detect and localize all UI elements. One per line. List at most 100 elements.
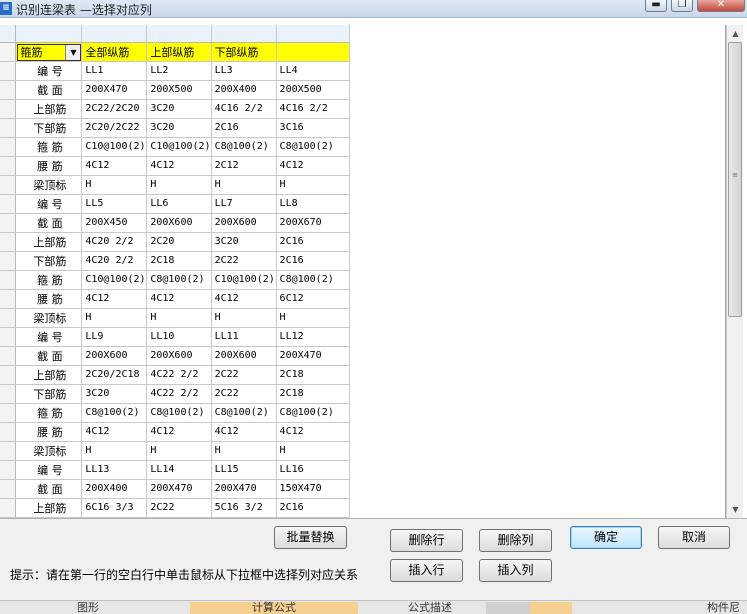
row-label-cell[interactable]: 编 号: [15, 194, 83, 214]
row-label-cell[interactable]: 腰 筋: [15, 422, 83, 442]
table-cell[interactable]: 3C20: [146, 99, 212, 119]
table-cell[interactable]: 2C16: [276, 251, 350, 271]
row-label-cell[interactable]: 梁顶标: [15, 441, 83, 461]
table-cell[interactable]: 200X670: [276, 213, 350, 233]
table-cell[interactable]: 3C20: [81, 384, 148, 404]
table-cell[interactable]: 2C22: [146, 498, 212, 518]
batch-replace-button[interactable]: 批量替换: [274, 526, 347, 549]
table-cell[interactable]: C8@100(2): [146, 270, 212, 290]
table-cell[interactable]: C8@100(2): [81, 403, 148, 423]
column-type-dropdown[interactable]: 箍筋 ▼: [17, 43, 81, 60]
table-cell[interactable]: C10@100(2): [146, 137, 212, 157]
column-header[interactable]: [211, 25, 277, 43]
table-cell[interactable]: 4C12: [146, 422, 212, 442]
table-cell[interactable]: 200X600: [211, 213, 277, 233]
table-cell[interactable]: LL9: [81, 327, 148, 347]
table-cell[interactable]: 2C20/2C22: [81, 118, 148, 138]
row-label-cell[interactable]: 上部筋: [15, 232, 83, 252]
table-cell[interactable]: 4C12: [81, 422, 148, 442]
table-cell[interactable]: C8@100(2): [276, 137, 350, 157]
table-cell[interactable]: H: [146, 441, 212, 461]
row-label-cell[interactable]: 箍 筋: [15, 270, 83, 290]
vertical-scrollbar[interactable]: ▲ ≡ ▼: [726, 25, 743, 518]
table-cell[interactable]: 3C20: [146, 118, 212, 138]
table-cell[interactable]: 4C12: [276, 156, 350, 176]
row-label-cell[interactable]: 截 面: [15, 479, 83, 499]
table-cell[interactable]: 4C12: [211, 289, 277, 309]
delete-column-button[interactable]: 删除列: [479, 529, 552, 552]
table-cell[interactable]: 4C16 2/2: [211, 99, 277, 119]
table-cell[interactable]: 200X500: [146, 80, 212, 100]
row-label-cell[interactable]: 截 面: [15, 346, 83, 366]
table-cell[interactable]: 2C22: [211, 365, 277, 385]
insert-column-button[interactable]: 插入列: [479, 559, 552, 582]
table-cell[interactable]: 4C12: [81, 156, 148, 176]
row-label-cell[interactable]: 箍 筋: [15, 403, 83, 423]
table-cell[interactable]: 200X400: [81, 479, 148, 499]
scroll-thumb[interactable]: ≡: [728, 42, 742, 317]
table-cell[interactable]: 2C16: [211, 118, 277, 138]
table-cell[interactable]: 3C16: [276, 118, 350, 138]
mapping-cell[interactable]: 下部纵筋: [211, 42, 277, 62]
ok-button[interactable]: 确定: [570, 526, 642, 549]
cancel-button[interactable]: 取消: [658, 526, 730, 549]
row-label-cell[interactable]: 梁顶标: [15, 308, 83, 328]
table-cell[interactable]: 200X470: [211, 479, 277, 499]
table-cell[interactable]: 6C16 3/3: [81, 498, 148, 518]
table-cell[interactable]: LL3: [211, 61, 277, 81]
column-header[interactable]: [15, 25, 83, 43]
table-cell[interactable]: H: [211, 308, 277, 328]
table-cell[interactable]: 3C20: [211, 232, 277, 252]
table-cell[interactable]: 4C16 2/2: [276, 99, 350, 119]
table-cell[interactable]: 200X600: [146, 213, 212, 233]
table-cell[interactable]: 2C18: [276, 384, 350, 404]
table-cell[interactable]: 200X600: [211, 346, 277, 366]
table-cell[interactable]: 2C18: [146, 251, 212, 271]
table-cell[interactable]: LL10: [146, 327, 212, 347]
mapping-cell[interactable]: 全部纵筋: [81, 42, 148, 62]
table-cell[interactable]: H: [81, 308, 148, 328]
mapping-cell[interactable]: 上部纵筋: [146, 42, 212, 62]
table-cell[interactable]: 2C12: [211, 156, 277, 176]
table-cell[interactable]: LL4: [276, 61, 350, 81]
scroll-down-icon[interactable]: ▼: [727, 501, 744, 518]
table-cell[interactable]: 4C12: [146, 289, 212, 309]
table-cell[interactable]: LL1: [81, 61, 148, 81]
row-label-cell[interactable]: 下部筋: [15, 384, 83, 404]
table-cell[interactable]: H: [211, 441, 277, 461]
table-cell[interactable]: C10@100(2): [81, 270, 148, 290]
column-header[interactable]: [276, 25, 350, 43]
table-cell[interactable]: LL6: [146, 194, 212, 214]
table-cell[interactable]: 200X470: [276, 346, 350, 366]
table-cell[interactable]: 200X470: [81, 80, 148, 100]
table-cell[interactable]: C10@100(2): [81, 137, 148, 157]
table-cell[interactable]: C8@100(2): [211, 403, 277, 423]
table-cell[interactable]: LL14: [146, 460, 212, 480]
table-cell[interactable]: 2C16: [276, 498, 350, 518]
column-mapping-grid[interactable]: 箍筋 ▼ 全部纵筋 上部纵筋 下部纵筋编 号 LL1 LL2 LL3 LL4 截 面 200X470…: [0, 25, 726, 518]
scroll-up-icon[interactable]: ▲: [727, 25, 744, 42]
minimize-button[interactable]: ▬: [645, 0, 667, 12]
table-cell[interactable]: H: [276, 308, 350, 328]
table-cell[interactable]: 4C20 2/2: [81, 232, 148, 252]
table-cell[interactable]: 200X600: [146, 346, 212, 366]
table-cell[interactable]: LL13: [81, 460, 148, 480]
table-cell[interactable]: C8@100(2): [211, 137, 277, 157]
mapping-cell[interactable]: 箍筋 ▼: [15, 42, 83, 62]
table-cell[interactable]: H: [276, 175, 350, 195]
table-cell[interactable]: 2C22: [211, 251, 277, 271]
table-cell[interactable]: 4C12: [81, 289, 148, 309]
table-cell[interactable]: 4C22 2/2: [146, 384, 212, 404]
table-cell[interactable]: 200X600: [81, 346, 148, 366]
row-label-cell[interactable]: 截 面: [15, 80, 83, 100]
row-label-cell[interactable]: 箍 筋: [15, 137, 83, 157]
row-label-cell[interactable]: 上部筋: [15, 365, 83, 385]
table-cell[interactable]: LL15: [211, 460, 277, 480]
table-cell[interactable]: 200X450: [81, 213, 148, 233]
row-label-cell[interactable]: 截 面: [15, 213, 83, 233]
table-cell[interactable]: 2C16: [276, 232, 350, 252]
insert-row-button[interactable]: 插入行: [390, 559, 463, 582]
delete-row-button[interactable]: 删除行: [390, 529, 463, 552]
table-cell[interactable]: C8@100(2): [276, 403, 350, 423]
table-cell[interactable]: 200X500: [276, 80, 350, 100]
